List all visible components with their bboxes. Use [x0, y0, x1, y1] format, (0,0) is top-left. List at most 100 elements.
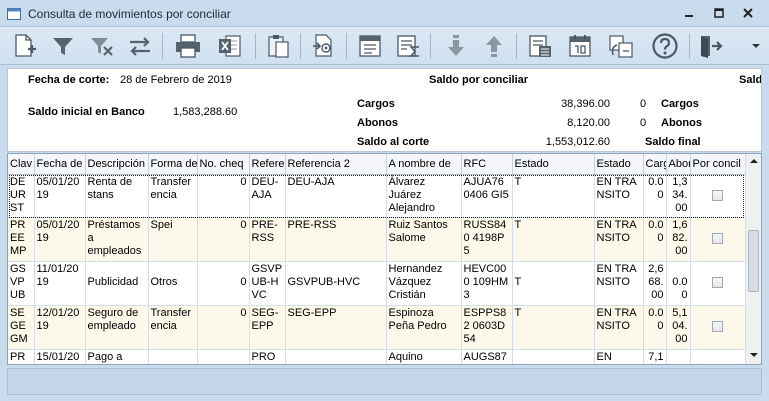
cell-rfc: ESPPS82 0603D54 [461, 305, 513, 350]
cell-descripcion: Préstamos a empleados [85, 217, 149, 262]
grid-header-row: Clav Fecha de Descripción Forma de No. c… [8, 154, 746, 175]
cell-descripcion: Pago a [85, 349, 149, 364]
col-header-referencia-2[interactable]: Referencia 2 [285, 154, 387, 175]
cell-abono: 5,104.00 [666, 305, 691, 350]
cell-referencia: SEG-EPP [249, 305, 286, 350]
cell-cheque [197, 349, 250, 364]
report-icon [359, 35, 381, 57]
cell-fecha: 05/01/2019 [34, 174, 86, 218]
clear-filter-icon [91, 38, 113, 56]
por-conciliar-checkbox[interactable] [712, 320, 723, 332]
saldo-corte-value: 1,553,012.60 [545, 136, 610, 148]
close-icon[interactable] [740, 6, 756, 20]
col-header-nombre[interactable]: A nombre de [386, 154, 462, 175]
toolbar-overflow-chevron-icon[interactable] [751, 42, 761, 50]
table-row[interactable]: PREEMP 05/01/2019 Préstamos a empleados … [8, 217, 746, 262]
move-up-button[interactable] [478, 31, 510, 61]
exchange-button[interactable] [605, 31, 637, 61]
cell-cargo: 0.00 [643, 217, 667, 262]
cell-abono: 0.00 [666, 261, 691, 306]
exit-button[interactable] [694, 31, 726, 61]
table-row[interactable]: PR 15/01/20 Pago a PROP Aquino AUGS870 E… [8, 349, 746, 364]
table-row[interactable]: DEURST 05/01/2019 Renta de stans Transfe… [8, 174, 746, 218]
cell-clave: GSVPUB [8, 261, 35, 306]
col-header-fecha[interactable]: Fecha de [34, 154, 86, 175]
cell-estado-2: EN TRANSITO [594, 174, 644, 218]
cell-por-conciliar [690, 349, 746, 364]
scroll-thumb[interactable] [748, 230, 759, 292]
title-bar: Consulta de movimientos por conciliar [0, 0, 769, 27]
scroll-up-icon[interactable] [749, 157, 759, 165]
col-header-clave[interactable]: Clav [8, 154, 35, 175]
minimize-icon[interactable] [681, 6, 697, 20]
movements-table: Clav Fecha de Descripción Forma de No. c… [8, 154, 746, 364]
toolbar [0, 27, 769, 65]
cell-cheque: 0 [197, 217, 250, 262]
col-header-forma[interactable]: Forma de [148, 154, 198, 175]
col-header-descripcion[interactable]: Descripción [85, 154, 149, 175]
cell-cargo: 0.00 [643, 305, 667, 350]
filter-button[interactable] [47, 31, 79, 61]
col-header-cargo[interactable]: Carg [643, 154, 667, 175]
cell-estado: T [512, 217, 595, 262]
col-header-por-conciliar[interactable]: Por concil [690, 154, 746, 175]
cell-por-conciliar [690, 305, 746, 350]
table-row[interactable]: GSVPUB 11/01/2019 Publicidad Otros 0 GSV… [8, 261, 746, 306]
calculator-icon [529, 35, 551, 57]
col-header-cheque[interactable]: No. cheq [197, 154, 250, 175]
col-header-referencia[interactable]: Refere [249, 154, 286, 175]
cell-estado-2: EN [594, 349, 644, 364]
calendar-button[interactable] [564, 31, 596, 61]
cell-referencia: DEU-AJA [249, 174, 286, 218]
print-button[interactable] [172, 31, 204, 61]
cell-por-conciliar [690, 217, 746, 262]
por-conciliar-checkbox[interactable] [712, 189, 723, 201]
col-header-rfc[interactable]: RFC [461, 154, 513, 175]
calendar-icon [569, 35, 591, 57]
maximize-icon[interactable] [711, 6, 727, 20]
cell-referencia-2: DEU-AJA [285, 174, 387, 218]
calculator-button[interactable] [524, 31, 556, 61]
cell-forma: Transferencia [148, 174, 198, 218]
col-header-estado-2[interactable]: Estado [594, 154, 644, 175]
cell-forma: Transferencia [148, 305, 198, 350]
excel-export-button[interactable] [214, 31, 246, 61]
cell-clave: DEURST [8, 174, 35, 218]
new-document-button[interactable] [8, 31, 40, 61]
report-button[interactable] [354, 31, 386, 61]
status-bar [7, 368, 762, 395]
cell-cargo: 0.00 [643, 174, 667, 218]
cell-nombre: Ruiz Santos Salome [386, 217, 462, 262]
saldo-cut-label: Sald [739, 74, 762, 86]
transfer-button[interactable] [124, 31, 156, 61]
help-icon [652, 33, 678, 59]
abonos-label: Abonos [357, 117, 398, 129]
por-conciliar-checkbox[interactable] [712, 276, 723, 288]
cargos-label-2: Cargos [661, 98, 699, 110]
excel-export-icon [219, 35, 241, 57]
email-export-button[interactable] [308, 31, 340, 61]
window-title: Consulta de movimientos por conciliar [28, 7, 231, 21]
move-down-icon [448, 35, 464, 56]
cell-referencia: GSVPUB-HVC [249, 261, 286, 306]
filter-icon [53, 38, 73, 55]
cell-forma [148, 349, 198, 364]
clear-filter-button[interactable] [86, 31, 118, 61]
summary-button[interactable] [392, 31, 424, 61]
cell-rfc: AJUA760406 GI5 [461, 174, 513, 218]
table-row[interactable]: SEGEGM 12/01/2019 Seguro de empleado Tra… [8, 305, 746, 350]
vertical-scrollbar[interactable] [745, 154, 761, 364]
col-header-estado[interactable]: Estado [512, 154, 595, 175]
email-export-icon [313, 34, 332, 57]
col-header-abono[interactable]: Abor [666, 154, 691, 175]
help-button[interactable] [649, 31, 681, 61]
por-conciliar-checkbox[interactable] [712, 232, 723, 244]
cargos-label: Cargos [357, 98, 395, 110]
paste-button[interactable] [262, 31, 294, 61]
scroll-down-icon[interactable] [749, 351, 759, 359]
cell-estado-2: EN TRANSITO [594, 261, 644, 306]
move-down-button[interactable] [440, 31, 472, 61]
cell-referencia-2: SEG-EPP [285, 305, 387, 350]
cell-estado: T [512, 305, 595, 350]
cell-por-conciliar [690, 261, 746, 306]
